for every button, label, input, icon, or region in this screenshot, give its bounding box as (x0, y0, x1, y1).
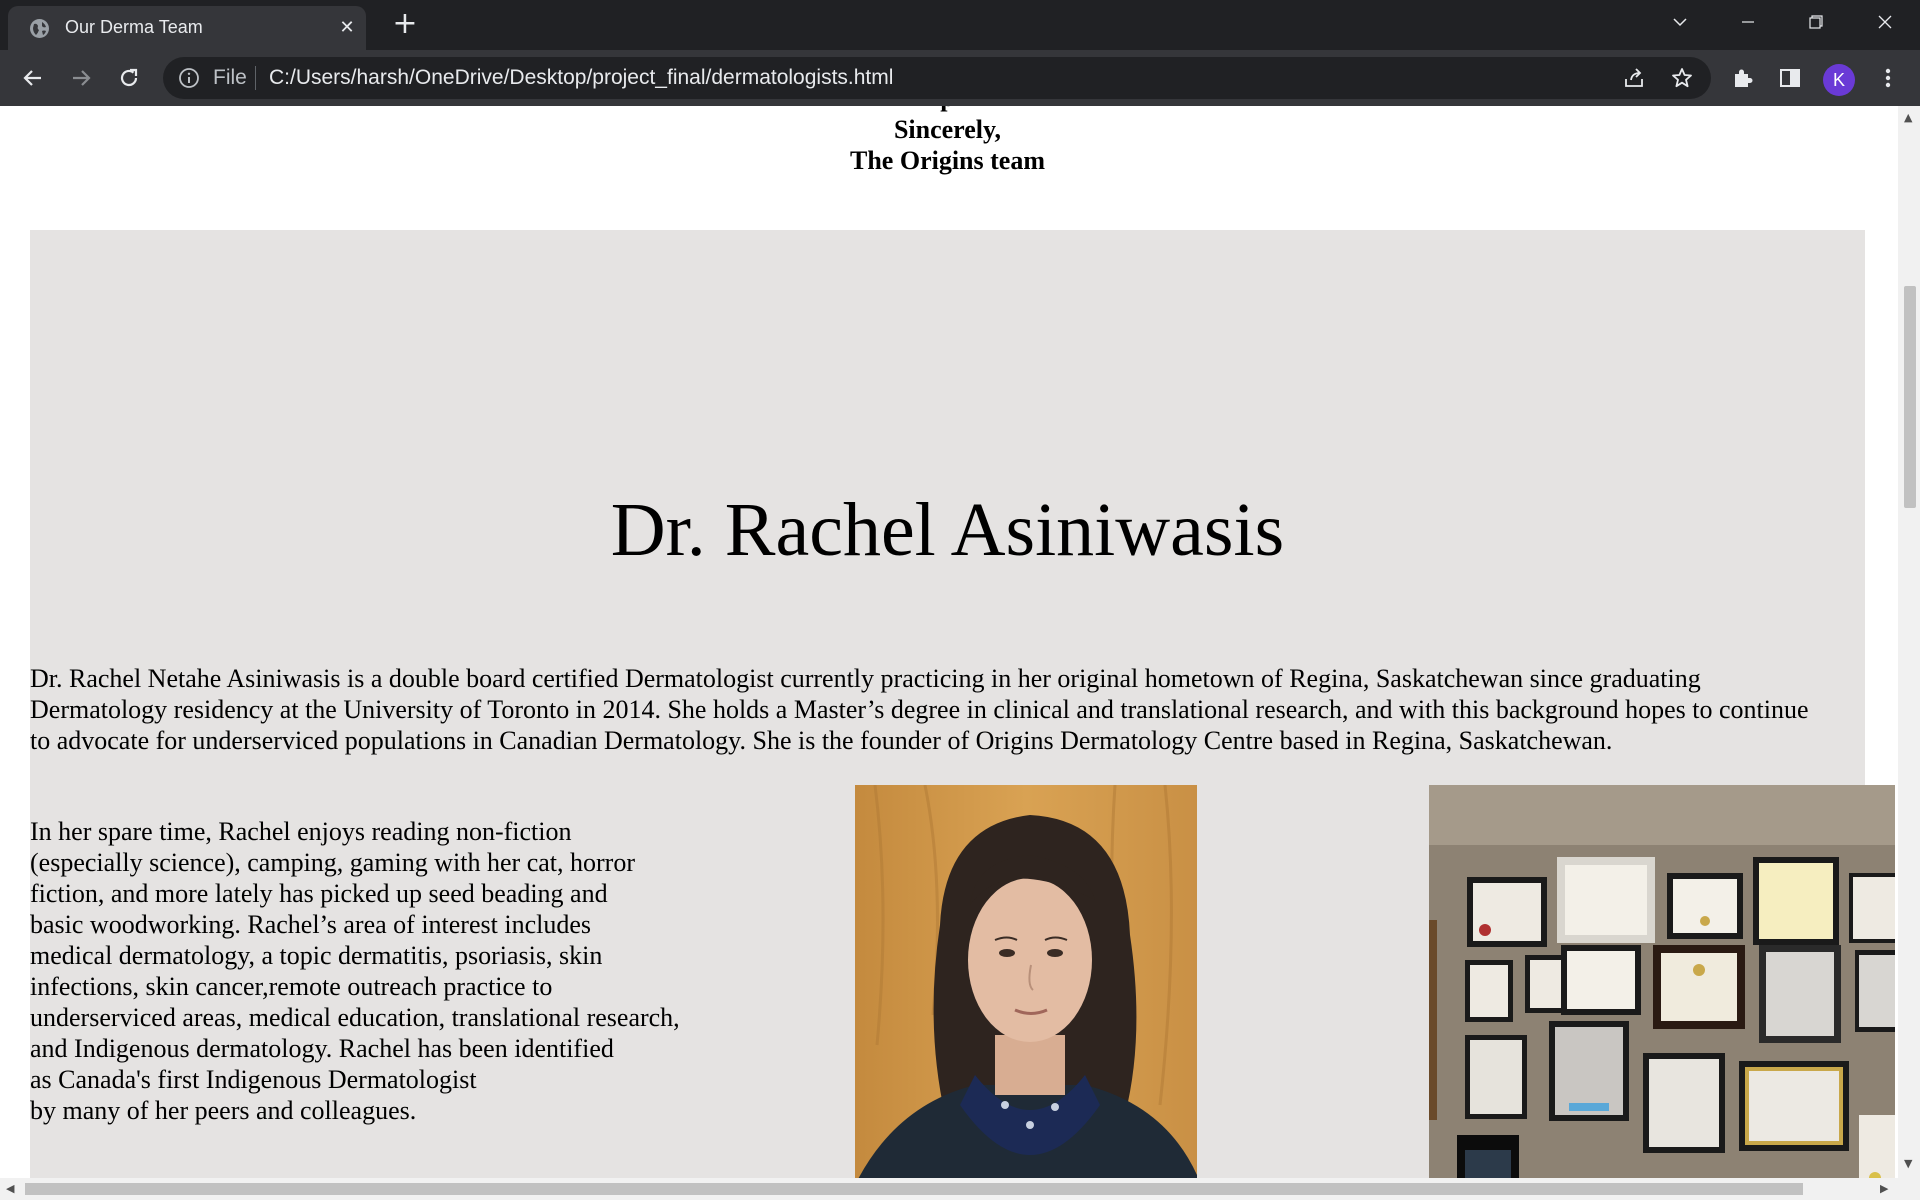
extensions-icon[interactable] (1728, 63, 1758, 93)
interests-line: by many of her peers and colleagues. (30, 1096, 417, 1125)
reload-icon[interactable] (110, 59, 148, 97)
address-bar[interactable]: File C:/Users/harsh/OneDrive/Desktop/pro… (163, 57, 1711, 99)
side-panel-icon[interactable] (1775, 63, 1805, 93)
interests-line: underserviced areas, medical education, … (30, 1003, 680, 1032)
close-icon[interactable]: ✕ (335, 16, 359, 40)
share-icon[interactable] (1622, 66, 1646, 90)
tab-strip: Our Derma Team ✕ + (0, 0, 1920, 50)
restore-icon[interactable] (1786, 0, 1846, 44)
scheme-label: File (213, 66, 247, 89)
plus-icon[interactable]: + (390, 9, 420, 40)
scroll-right-arrow-icon[interactable]: ▶ (1880, 1183, 1888, 1194)
signoff-cut-text: p (0, 106, 1895, 113)
browser-tab[interactable]: Our Derma Team ✕ (8, 6, 366, 50)
interests-line: medical dermatology, a topic dermatitis,… (30, 941, 603, 970)
interests-line: In her spare time, Rachel enjoys reading… (30, 817, 572, 846)
signoff-line-2: The Origins team (850, 146, 1045, 175)
interests-line: and Indigenous dermatology. Rachel has b… (30, 1034, 614, 1063)
horizontal-scroll-thumb[interactable] (25, 1183, 1803, 1195)
interests-line: fiction, and more lately has picked up s… (30, 879, 608, 908)
address-separator (255, 66, 256, 90)
tab-title: Our Derma Team (65, 17, 203, 37)
back-icon[interactable] (14, 59, 52, 97)
horizontal-scrollbar[interactable]: ◀ ▶ (0, 1178, 1920, 1200)
star-icon[interactable] (1670, 66, 1694, 90)
vertical-scrollbar[interactable]: ▲ ▼ (1898, 106, 1920, 1178)
globe-icon (30, 19, 49, 38)
interests-line: (especially science), camping, gaming wi… (30, 848, 635, 877)
scroll-down-arrow-icon[interactable]: ▼ (1904, 1158, 1912, 1169)
url-text[interactable]: C:/Users/harsh/OneDrive/Desktop/project_… (269, 66, 893, 90)
doctor-portrait-image (855, 785, 1197, 1178)
certificates-wall-image (1429, 785, 1895, 1178)
signoff-line-1: Sincerely, (893, 115, 1002, 144)
doctor-bio: Dr. Rachel Netahe Asiniwasis is a double… (30, 664, 1809, 755)
interests-line: as Canada's first Indigenous Dermatologi… (30, 1065, 477, 1094)
window-close-icon[interactable] (1855, 0, 1915, 44)
page-viewport: p Sincerely, The Origins team Dr. Rachel… (0, 106, 1898, 1178)
profile-avatar[interactable]: K (1823, 64, 1855, 96)
chevron-down-icon[interactable] (1650, 0, 1710, 44)
vertical-scroll-thumb[interactable] (1904, 286, 1916, 508)
scroll-up-arrow-icon[interactable]: ▲ (1904, 112, 1912, 123)
forward-icon[interactable] (62, 59, 100, 97)
scroll-left-arrow-icon[interactable]: ◀ (6, 1183, 14, 1194)
interests-line: basic woodworking. Rachel’s area of inte… (30, 910, 591, 939)
doctor-profile-section: Dr. Rachel Asiniwasis Dr. Rachel Netahe … (30, 230, 1895, 1178)
doctor-name-heading: Dr. Rachel Asiniwasis (610, 488, 1285, 572)
menu-icon[interactable] (1873, 63, 1903, 93)
minimize-icon[interactable] (1718, 0, 1778, 44)
interests-line: infections, skin cancer,remote outreach … (30, 972, 553, 1001)
info-icon[interactable] (178, 67, 200, 89)
doctor-interests: In her spare time, Rachel enjoys reading… (30, 816, 750, 1126)
